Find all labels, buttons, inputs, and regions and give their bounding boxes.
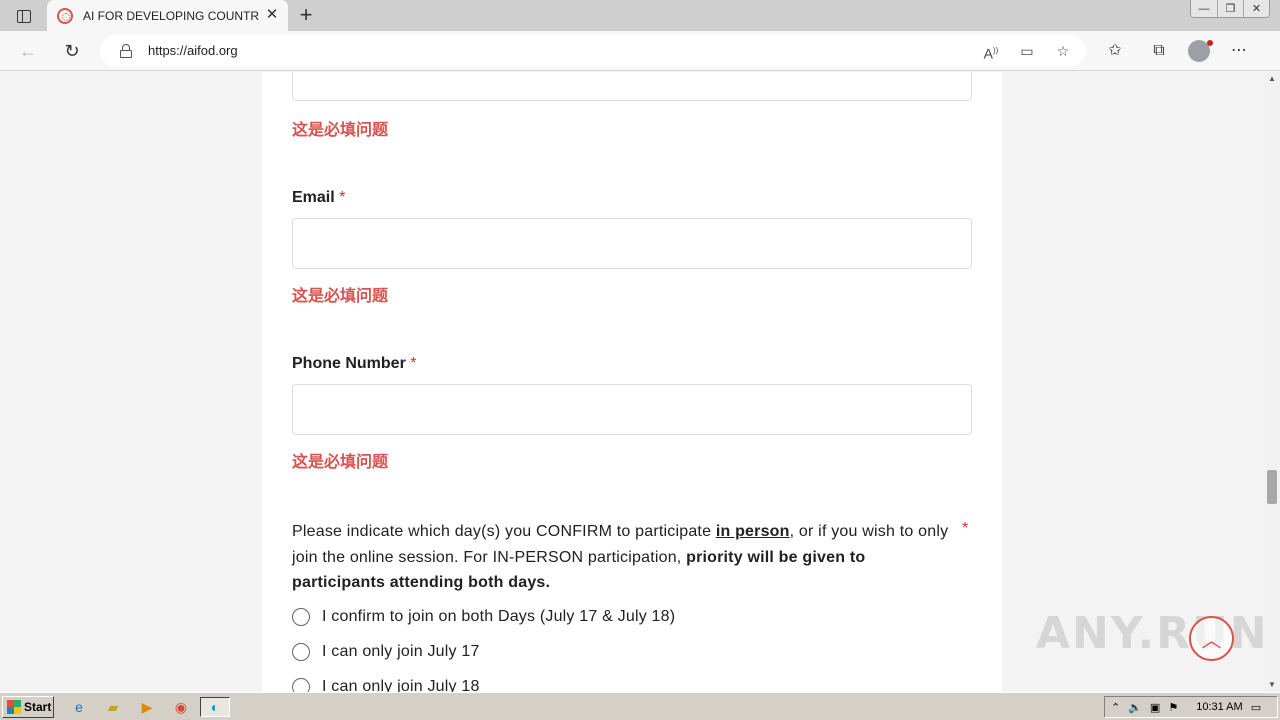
option-label: I can only join July 18 <box>322 678 480 692</box>
browser-tab[interactable]: AI FOR DEVELOPING COUNTRIES ✕ <box>47 0 288 31</box>
read-aloud-icon[interactable]: A)) <box>980 41 1002 62</box>
new-tab-button[interactable]: + <box>295 4 317 26</box>
network-icon[interactable]: ▣ <box>1150 701 1160 714</box>
favorites-icon[interactable]: ✩ <box>1100 39 1130 63</box>
attendance-question: Please indicate which day(s) you CONFIRM… <box>292 519 952 596</box>
email-label: Email * <box>292 189 345 207</box>
phone-label-text: Phone Number <box>292 355 406 372</box>
option-july-18[interactable]: I can only join July 18 <box>292 675 480 692</box>
browser-toolbar: ← ↻ https://aifod.org A)) ▭ ☆ ✩ ⧉ ⋯ <box>0 31 1280 71</box>
immersive-reader-icon[interactable]: ▭ <box>1016 41 1038 61</box>
scrollbar-thumb[interactable] <box>1267 470 1277 504</box>
tray-expand-icon[interactable]: ⌃ <box>1111 701 1120 714</box>
start-label: Start <box>24 700 52 714</box>
refresh-button[interactable]: ↻ <box>60 39 84 63</box>
name-error: 这是必填问题 <box>292 120 389 139</box>
page-viewport: 这是必填问题 Email * 这是必填问题 Phone Number * 这是必… <box>0 72 1264 692</box>
radio-button[interactable] <box>292 678 310 692</box>
restore-icon[interactable]: ❐ <box>1217 0 1243 17</box>
radio-button[interactable] <box>292 643 310 661</box>
phone-error: 这是必填问题 <box>292 452 389 471</box>
add-favorite-icon[interactable]: ☆ <box>1052 41 1074 61</box>
collections-icon[interactable]: ⧉ <box>1144 39 1174 63</box>
scroll-to-top-button[interactable]: ︿ <box>1189 616 1234 661</box>
form-card: 这是必填问题 Email * 这是必填问题 Phone Number * 这是必… <box>262 72 1002 692</box>
desktop-icon[interactable]: ▭ <box>1251 701 1261 714</box>
lock-icon[interactable] <box>120 44 132 58</box>
phone-label: Phone Number * <box>292 355 416 373</box>
profile-avatar[interactable] <box>1188 40 1213 62</box>
browser-tab-bar: AI FOR DEVELOPING COUNTRIES ✕ + — ❐ ✕ <box>0 0 1280 31</box>
option-july-17[interactable]: I can only join July 17 <box>292 640 480 664</box>
email-label-text: Email <box>292 189 335 206</box>
taskbar: Start e ▰ ▶ ◉ ◐ ⌃ 🔈 ▣ ⚑ 10:31 AM ▭ <box>0 692 1280 720</box>
site-favicon-icon <box>57 7 73 24</box>
phone-input[interactable] <box>292 384 972 435</box>
close-tab-icon[interactable]: ✕ <box>264 7 280 23</box>
option-label: I can only join July 17 <box>322 643 480 660</box>
page-scrollbar[interactable]: ▲ ▼ <box>1264 72 1280 692</box>
name-input[interactable] <box>292 72 972 101</box>
flag-icon[interactable]: ⚑ <box>1168 701 1178 714</box>
start-button[interactable]: Start <box>2 696 54 718</box>
scroll-down-icon[interactable]: ▼ <box>1264 678 1280 692</box>
question-required-mark: * <box>962 520 969 537</box>
media-player-icon[interactable]: ▶ <box>136 697 158 717</box>
system-tray: ⌃ 🔈 ▣ ⚑ 10:31 AM ▭ <box>1104 696 1278 718</box>
volume-icon[interactable]: 🔈 <box>1128 701 1142 714</box>
watermark: ANY.RUN <box>1036 608 1269 659</box>
chevron-up-icon: ︿ <box>1201 630 1222 652</box>
radio-button[interactable] <box>292 608 310 626</box>
option-label: I confirm to join on both Days (July 17 … <box>322 608 676 625</box>
windows-logo-icon <box>7 700 21 714</box>
toolbar-right: ✩ ⧉ ⋯ <box>1100 39 1254 63</box>
required-mark: * <box>339 189 346 206</box>
minimize-icon[interactable]: — <box>1191 0 1217 17</box>
email-input[interactable] <box>292 218 972 269</box>
question-text-1: Please indicate which day(s) you CONFIRM… <box>292 523 716 540</box>
url-text[interactable]: https://aifod.org <box>148 43 238 58</box>
clock: 10:31 AM <box>1196 701 1243 713</box>
scroll-up-icon[interactable]: ▲ <box>1264 72 1280 86</box>
question-underlined: in person <box>715 523 790 540</box>
chrome-icon[interactable]: ◉ <box>170 697 192 717</box>
explorer-icon[interactable]: ▰ <box>102 697 124 717</box>
more-menu-icon[interactable]: ⋯ <box>1224 39 1254 63</box>
tab-title: AI FOR DEVELOPING COUNTRIES <box>83 8 259 23</box>
address-bar-actions: A)) ▭ ☆ <box>980 41 1074 62</box>
required-mark: * <box>410 355 417 372</box>
window-controls: — ❐ ✕ <box>1190 0 1270 18</box>
ie-icon[interactable]: e <box>68 697 90 717</box>
edge-icon[interactable]: ◐ <box>200 697 230 717</box>
option-both-days[interactable]: I confirm to join on both Days (July 17 … <box>292 605 675 629</box>
close-window-icon[interactable]: ✕ <box>1243 0 1269 17</box>
email-error: 这是必填问题 <box>292 286 389 305</box>
tab-actions-icon[interactable] <box>10 7 38 25</box>
address-bar[interactable]: https://aifod.org A)) ▭ ☆ <box>100 35 1086 67</box>
back-button[interactable]: ← <box>16 39 40 63</box>
